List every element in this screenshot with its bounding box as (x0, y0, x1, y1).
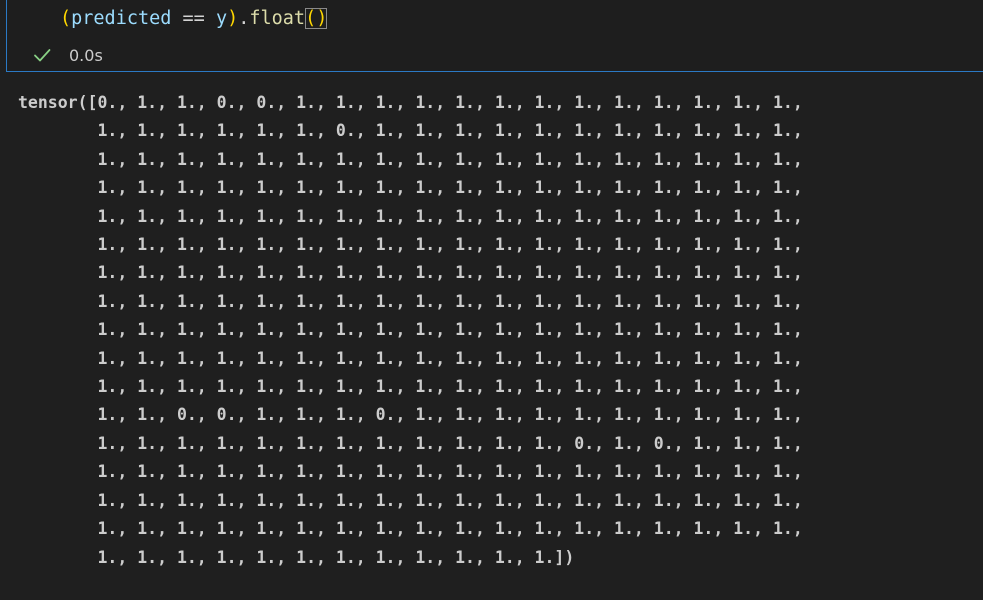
output-line: 1., 1., 1., 1., 1., 1., 1., 1., 1., 1., … (18, 206, 803, 226)
notebook-cell[interactable]: (predicted == y).float() 0.0s (6, 0, 983, 72)
output-line: 1., 1., 1., 1., 1., 1., 1., 1., 1., 1., … (18, 377, 803, 397)
output-line: 1., 1., 1., 1., 1., 1., 1., 1., 1., 1., … (18, 348, 803, 368)
equality-operator: == (171, 8, 216, 29)
call-parens-highlighted: () (305, 8, 328, 29)
output-line: 1., 1., 1., 1., 1., 1., 1., 1., 1., 1., … (18, 547, 575, 567)
output-line: 1., 1., 1., 1., 1., 1., 1., 1., 1., 1., … (18, 462, 803, 482)
output-line: tensor([0., 1., 1., 0., 0., 1., 1., 1., … (18, 93, 803, 112)
output-line: 1., 1., 1., 1., 1., 1., 1., 1., 1., 1., … (18, 320, 803, 340)
execution-time: 0.0s (69, 45, 103, 65)
output-line: 1., 1., 0., 0., 1., 1., 1., 0., 1., 1., … (18, 405, 803, 425)
variable-y: y (215, 8, 228, 29)
output-line: 1., 1., 1., 1., 1., 1., 1., 1., 1., 1., … (18, 178, 803, 198)
check-icon (34, 49, 51, 62)
cell-output: tensor([0., 1., 1., 0., 0., 1., 1., 1., … (18, 89, 968, 572)
output-line: 1., 1., 1., 1., 1., 1., 1., 1., 1., 1., … (18, 490, 803, 510)
output-line: 1., 1., 1., 1., 1., 1., 1., 1., 1., 1., … (18, 263, 803, 283)
method-float: float (249, 8, 306, 29)
code-line[interactable]: (predicted == y).float() (60, 6, 328, 32)
output-line: 1., 1., 1., 1., 1., 1., 1., 1., 1., 1., … (18, 235, 803, 255)
output-line: 1., 1., 1., 1., 1., 1., 1., 1., 1., 1., … (18, 519, 803, 539)
output-line: 1., 1., 1., 1., 1., 1., 1., 1., 1., 1., … (18, 433, 803, 453)
output-line: 1., 1., 1., 1., 1., 1., 1., 1., 1., 1., … (18, 149, 803, 169)
output-line: 1., 1., 1., 1., 1., 1., 0., 1., 1., 1., … (18, 121, 803, 141)
execution-status: 0.0s (31, 42, 103, 68)
output-line: 1., 1., 1., 1., 1., 1., 1., 1., 1., 1., … (18, 291, 803, 311)
open-paren: ( (60, 8, 72, 29)
close-paren: ) (227, 8, 239, 29)
variable-predicted: predicted (71, 8, 172, 29)
dot-accessor: . (238, 8, 250, 29)
